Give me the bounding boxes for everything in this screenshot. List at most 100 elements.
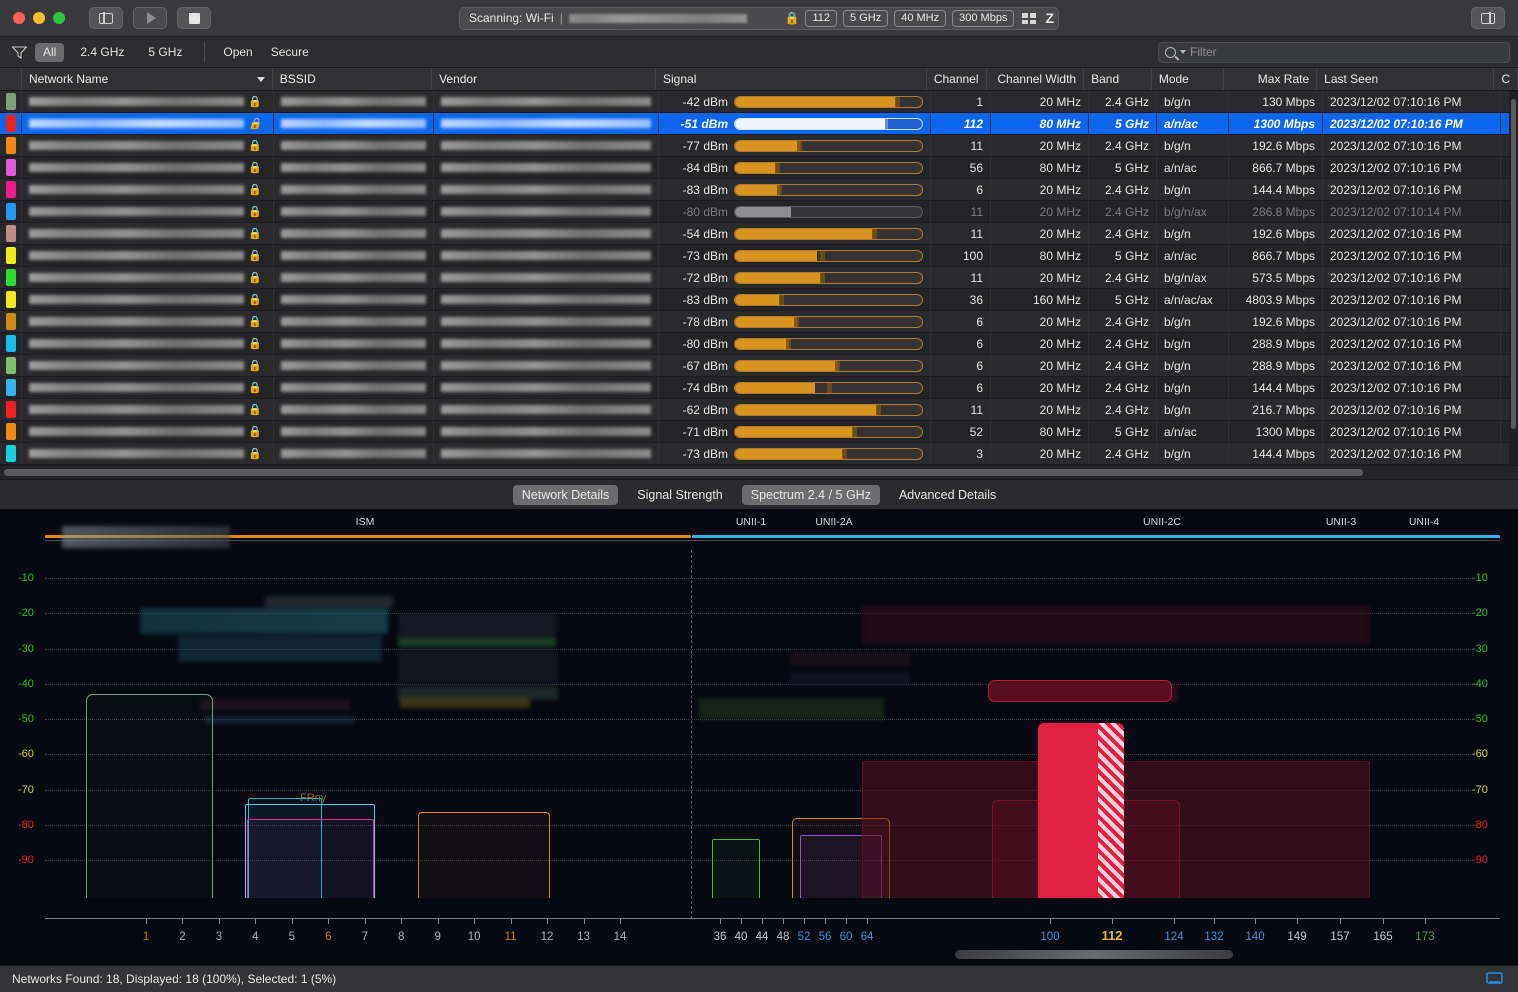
x-axis-label-ch60[interactable]: 60: [840, 931, 853, 943]
x-axis-label-ch124[interactable]: 124: [1164, 931, 1183, 943]
x-axis-label-ch5[interactable]: 5: [289, 931, 295, 943]
start-scan-button[interactable]: [133, 7, 167, 29]
cell-bssid: [274, 245, 434, 266]
tab-spectrum[interactable]: Spectrum 2.4 / 5 GHz: [741, 484, 880, 505]
x-axis-label-ch3[interactable]: 3: [216, 931, 222, 943]
x-axis-label-ch52[interactable]: 52: [798, 931, 811, 943]
x-axis-label-ch44[interactable]: 44: [756, 931, 769, 943]
th-channel[interactable]: Channel: [927, 68, 987, 90]
signal-strength-bar: [734, 117, 923, 130]
search-input[interactable]: [1190, 45, 1503, 59]
th-channel-width[interactable]: Channel Width: [987, 68, 1085, 90]
x-axis-label-ch9[interactable]: 9: [434, 931, 440, 943]
tab-network-details[interactable]: Network Details: [512, 484, 619, 505]
sort-descending-icon[interactable]: [256, 76, 265, 82]
display-icon[interactable]: [1485, 972, 1504, 986]
filter-segment-all[interactable]: All: [35, 42, 65, 62]
table-row[interactable]: 🔒 -51 dBm 112 80 MHz 5 GHz a/n/ac 1300 Mbps 202…: [0, 113, 1518, 135]
table-horizontal-scrollbar[interactable]: [0, 465, 1518, 479]
x-axis-label-ch149[interactable]: 149: [1287, 931, 1306, 943]
x-axis-label-ch2[interactable]: 2: [179, 931, 185, 943]
table-row[interactable]: 🔒 -83 dBm 36 160 MHz 5 GHz a/n/ac/ax 4803.9 Mb…: [0, 289, 1518, 311]
x-axis-label-ch140[interactable]: 140: [1245, 931, 1264, 943]
x-axis-label-ch165[interactable]: 165: [1373, 931, 1392, 943]
filter-funnel-icon[interactable]: [11, 45, 28, 59]
cell-mode: b/g/n: [1157, 135, 1229, 156]
table-row[interactable]: 🔒 -72 dBm 11 20 MHz 2.4 GHz b/g/n/ax 573.5 Mbp…: [0, 267, 1518, 289]
table-row[interactable]: 🔒 -78 dBm 6 20 MHz 2.4 GHz b/g/n 192.6 Mbps 202…: [0, 311, 1518, 333]
x-axis-label-ch100[interactable]: 100: [1040, 931, 1059, 943]
table-row[interactable]: 🔒 -73 dBm 3 20 MHz 2.4 GHz b/g/n 144.4 Mbps 202…: [0, 443, 1518, 465]
x-axis-label-ch12[interactable]: 12: [541, 931, 554, 943]
th-country[interactable]: C: [1494, 68, 1518, 90]
x-axis-label-ch10[interactable]: 10: [468, 931, 481, 943]
x-axis-label-ch132[interactable]: 132: [1204, 931, 1223, 943]
table-row[interactable]: 🔒 -84 dBm 56 80 MHz 5 GHz a/n/ac 866.7 Mbps 202…: [0, 157, 1518, 179]
table-row[interactable]: 🔒 -80 dBm 6 20 MHz 2.4 GHz b/g/n 288.9 Mbps 202…: [0, 333, 1518, 355]
filter-segment-5ghz[interactable]: 5 GHz: [140, 43, 190, 62]
x-axis-label-ch56[interactable]: 56: [819, 931, 832, 943]
th-last-seen[interactable]: Last Seen: [1317, 68, 1495, 90]
window-controls[interactable]: [13, 12, 65, 24]
cell-band: 5 GHz: [1089, 245, 1157, 266]
stop-scan-button[interactable]: [177, 7, 211, 29]
row-color-chip: [0, 355, 22, 376]
th-mode[interactable]: Mode: [1152, 68, 1224, 90]
chevron-down-icon[interactable]: [1180, 50, 1186, 54]
table-row[interactable]: 🔒 -71 dBm 52 80 MHz 5 GHz a/n/ac 1300 Mbps 2023…: [0, 421, 1518, 443]
table-row[interactable]: 🔒 -67 dBm 6 20 MHz 2.4 GHz b/g/n 288.9 Mbps 202…: [0, 355, 1518, 377]
x-axis-label-ch7[interactable]: 7: [362, 931, 368, 943]
sidebar-toggle-button[interactable]: [89, 7, 123, 29]
x-tick: [1425, 919, 1426, 924]
th-signal[interactable]: Signal: [656, 68, 927, 90]
table-row[interactable]: 🔒 -83 dBm 6 20 MHz 2.4 GHz b/g/n 144.4 Mbps 202…: [0, 179, 1518, 201]
close-window-button[interactable]: [13, 12, 25, 24]
x-axis-label-ch14[interactable]: 14: [614, 931, 627, 943]
tab-advanced-details[interactable]: Advanced Details: [890, 485, 1005, 505]
filter-segment-24ghz[interactable]: 2.4 GHz: [72, 43, 132, 62]
x-axis-label-ch4[interactable]: 4: [252, 931, 258, 943]
th-vendor[interactable]: Vendor: [432, 68, 657, 90]
x-axis-label-ch173[interactable]: 173: [1415, 931, 1434, 943]
tab-signal-strength[interactable]: Signal Strength: [628, 485, 731, 505]
table-row[interactable]: 🔒 -80 dBm 11 20 MHz 2.4 GHz b/g/n/ax 286.8 Mbp…: [0, 201, 1518, 223]
x-axis-label-ch1[interactable]: 1: [143, 931, 149, 943]
table-row[interactable]: 🔒 -42 dBm 1 20 MHz 2.4 GHz b/g/n 130 Mbps 2023/…: [0, 91, 1518, 113]
table-row[interactable]: 🔒 -54 dBm 11 20 MHz 2.4 GHz b/g/n 192.6 Mbps 20…: [0, 223, 1518, 245]
x-axis-label-ch40[interactable]: 40: [735, 931, 748, 943]
scan-status-field[interactable]: Scanning: Wi-Fi | 🔒 112 5 GHz 40 MHz 300…: [459, 6, 1059, 30]
minimize-window-button[interactable]: [33, 12, 45, 24]
filter-secure[interactable]: Secure: [271, 45, 309, 59]
x-axis-label-ch112[interactable]: 112: [1102, 928, 1123, 943]
table-row[interactable]: 🔒 -77 dBm 11 20 MHz 2.4 GHz b/g/n 192.6 Mbps 20…: [0, 135, 1518, 157]
table-horizontal-scroll-thumb[interactable]: [4, 469, 1363, 476]
x-axis-label-ch8[interactable]: 8: [398, 931, 404, 943]
cell-mode: b/g/n: [1157, 333, 1229, 354]
th-bssid[interactable]: BSSID: [273, 68, 433, 90]
x-axis-label-ch157[interactable]: 157: [1330, 931, 1349, 943]
maximize-window-button[interactable]: [53, 12, 65, 24]
inspector-toggle-button[interactable]: [1471, 7, 1505, 29]
spectrum-horizontal-scrollbar[interactable]: [955, 950, 1233, 959]
x-axis-label-ch11[interactable]: 11: [505, 931, 517, 943]
x-axis-label-ch36[interactable]: 36: [714, 931, 727, 943]
table-row[interactable]: 🔒 -73 dBm 100 80 MHz 5 GHz a/n/ac 866.7 Mbps 20…: [0, 245, 1518, 267]
cell-channel: 6: [931, 311, 991, 332]
x-axis-label-ch13[interactable]: 13: [577, 931, 590, 943]
x-tick: [825, 919, 826, 924]
th-band[interactable]: Band: [1084, 68, 1152, 90]
x-axis-label-ch64[interactable]: 64: [861, 931, 874, 943]
spectrum-chart[interactable]: ISM UNII-1 UNII-2A UNII-2C UNII-3 UNII-4 -10 -…: [0, 510, 1518, 965]
filter-search-box[interactable]: [1158, 41, 1510, 63]
x-tick: [1214, 919, 1215, 924]
filter-open[interactable]: Open: [223, 45, 252, 59]
x-axis-label-ch48[interactable]: 48: [777, 931, 790, 943]
network-table-body[interactable]: 🔒 -42 dBm 1 20 MHz 2.4 GHz b/g/n 130 Mbps 2023/…: [0, 91, 1518, 465]
table-row[interactable]: 🔒 -62 dBm 11 20 MHz 2.4 GHz b/g/n 216.7 Mbps 20…: [0, 399, 1518, 421]
th-network-name[interactable]: Network Name: [22, 68, 273, 90]
table-vertical-scrollbar[interactable]: [1509, 91, 1518, 465]
table-vertical-scroll-thumb[interactable]: [1511, 99, 1516, 429]
table-row[interactable]: 🔒 -74 dBm 6 20 MHz 2.4 GHz b/g/n 144.4 Mbps 202…: [0, 377, 1518, 399]
th-max-rate[interactable]: Max Rate: [1224, 68, 1318, 90]
x-axis-label-ch6[interactable]: 6: [325, 931, 331, 943]
